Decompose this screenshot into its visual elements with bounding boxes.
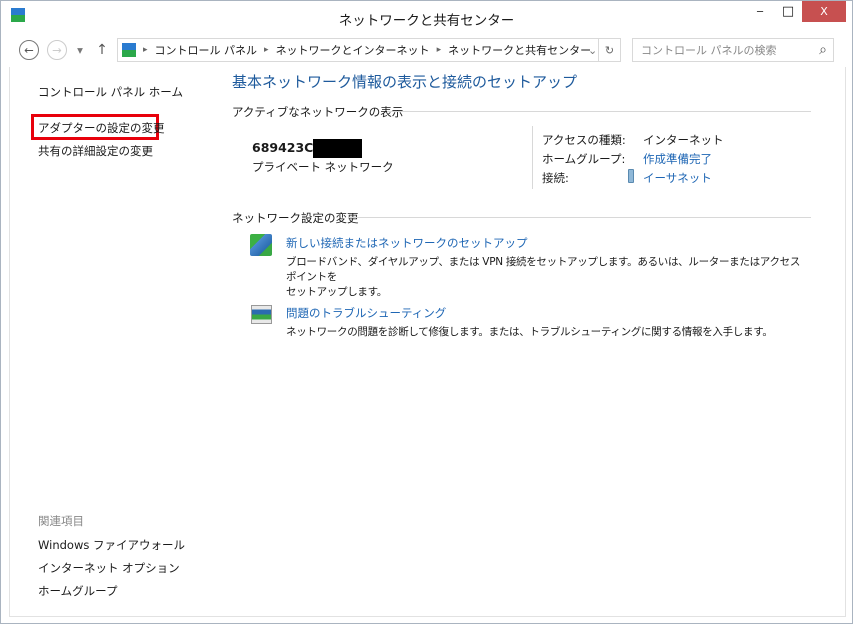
related-homegroup[interactable]: ホームグループ (38, 583, 117, 599)
network-icon (122, 43, 136, 57)
divider (387, 111, 811, 112)
related-heading: 関連項目 (38, 514, 84, 528)
search-input[interactable]: コントロール パネルの検索 (641, 42, 777, 58)
connection-label: 接続: (542, 171, 569, 185)
ethernet-icon (628, 169, 634, 183)
forward-button[interactable]: → (47, 40, 67, 60)
breadcrumb-separator: ▸ (436, 45, 442, 55)
redaction-box (313, 139, 362, 158)
address-dropdown-button[interactable]: ⌄ (588, 44, 597, 57)
homegroup-label: ホームグループ: (542, 152, 626, 166)
related-firewall[interactable]: Windows ファイアウォール (38, 537, 185, 553)
troubleshoot-description: ネットワークの問題を診断して修復します。または、トラブルシューティングに関する情… (286, 326, 773, 338)
recent-pages-button[interactable]: ▾ (73, 41, 87, 59)
maximize-button[interactable]: □ (774, 1, 802, 21)
close-button[interactable]: X (802, 1, 846, 22)
sidebar-advanced-sharing-settings[interactable]: 共有の詳細設定の変更 (38, 143, 153, 159)
breadcrumb-network-sharing[interactable]: ネットワークと共有センター (448, 42, 591, 58)
breadcrumb-separator: ▸ (264, 45, 269, 55)
search-box[interactable]: コントロール パネルの検索 ⌕ (632, 38, 834, 62)
access-type-value: インターネット (643, 133, 724, 147)
address-bar[interactable]: ▸ コントロール パネル ▸ ネットワークとインターネット ▸ ネットワークと共… (117, 38, 621, 62)
sidebar-change-adapter-settings[interactable]: アダプターの設定の変更 (38, 120, 165, 136)
active-networks-heading: アクティブなネットワークの表示 (232, 105, 404, 119)
back-button[interactable]: ← (19, 40, 39, 60)
ethernet-link[interactable]: イーサネット (643, 170, 712, 186)
new-connection-description-cont: セットアップします。 (286, 286, 387, 298)
network-name: 689423CF (252, 140, 322, 155)
new-connection-description: ブロードバンド、ダイヤルアップ、または VPN 接続をセットアップします。あるい… (286, 256, 801, 283)
network-type: プライベート ネットワーク (252, 160, 394, 174)
window-title: ネットワークと共有センター (338, 13, 515, 29)
network-settings-heading: ネットワーク設定の変更 (232, 211, 359, 225)
minimize-button[interactable]: ‒ (746, 1, 774, 21)
up-button[interactable]: ↑ (93, 40, 111, 60)
homegroup-link[interactable]: 作成準備完了 (643, 151, 712, 167)
new-connection-task: 新しい接続またはネットワークのセットアップ ブロードバンド、ダイヤルアップ、また… (286, 235, 811, 300)
sidebar-control-panel-home[interactable]: コントロール パネル ホーム (38, 84, 183, 100)
access-type-label: アクセスの種類: (542, 133, 626, 147)
troubleshoot-task: 問題のトラブルシューティング ネットワークの問題を診断して修復します。または、ト… (286, 305, 811, 340)
troubleshoot-link[interactable]: 問題のトラブルシューティング (286, 305, 811, 321)
vertical-divider (532, 126, 533, 189)
search-icon[interactable]: ⌕ (819, 42, 827, 58)
divider (349, 217, 811, 218)
page-title: 基本ネットワーク情報の表示と接続のセットアップ (232, 73, 578, 91)
new-connection-icon (250, 234, 272, 256)
breadcrumb-control-panel[interactable]: コントロール パネル (155, 42, 258, 58)
new-connection-link[interactable]: 新しい接続またはネットワークのセットアップ (286, 235, 811, 251)
breadcrumb-network-internet[interactable]: ネットワークとインターネット (276, 42, 430, 58)
breadcrumb-separator: ▸ (143, 45, 148, 55)
refresh-button[interactable]: ↻ (598, 39, 620, 61)
troubleshoot-icon (251, 305, 272, 324)
related-internet-options[interactable]: インターネット オプション (38, 560, 180, 576)
